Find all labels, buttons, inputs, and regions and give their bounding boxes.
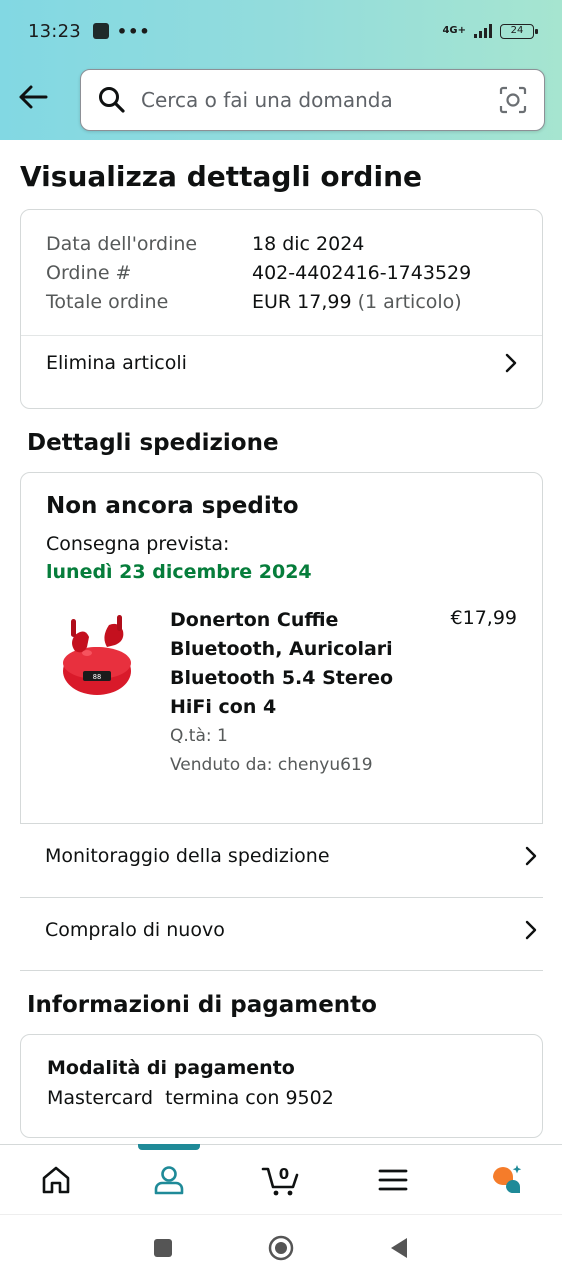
order-summary-card: Data dell'ordine 18 dic 2024 Ordine # 40… [20,209,543,409]
product-image[interactable]: 88 [57,611,137,701]
payment-method-title: Modalità di pagamento [47,1057,295,1079]
more-notifications-icon: ••• [116,21,151,41]
active-tab-indicator [137,1144,200,1150]
search-bar[interactable] [80,69,545,131]
payment-method-value: Mastercard termina con 9502 [47,1087,334,1109]
divider [20,897,543,898]
payment-card: Modalità di pagamento Mastercard termina… [20,1034,543,1138]
shipment-card: Non ancora spedito Consegna prevista: lu… [20,472,543,824]
order-number-row: Ordine # 402-4402416-1743529 [46,259,517,288]
camera-scan-icon[interactable] [498,85,528,115]
notification-icon [92,23,109,39]
cart-count: 0 [279,1165,289,1183]
network-type: 4G+ [442,25,466,36]
track-shipment-label: Monitoraggio della spedizione [45,845,330,867]
product-price: €17,99 [450,607,517,629]
expected-delivery-date: lunedì 23 dicembre 2024 [46,561,312,583]
svg-text:88: 88 [93,673,101,681]
nav-home[interactable] [0,1145,112,1214]
system-back-icon[interactable] [386,1235,412,1261]
buy-again-label: Compralo di nuovo [45,919,225,941]
divider [21,335,542,336]
product-title[interactable]: Donerton Cuffie Bluetooth, Auricolari Bl… [170,606,410,722]
order-total-value: EUR 17,99 [252,291,352,313]
shipping-section-title: Dettagli spedizione [27,430,279,456]
chevron-right-icon [525,920,537,940]
recent-apps-icon[interactable] [150,1235,176,1261]
rufus-assistant-icon [492,1164,522,1193]
shipment-status: Non ancora spedito [46,493,299,519]
search-icon [99,87,125,113]
bottom-navigation: 0 [0,1144,562,1214]
delete-items-label: Elimina articoli [46,352,187,374]
nav-account[interactable] [112,1144,224,1214]
order-date-row: Data dell'ordine 18 dic 2024 [46,230,517,259]
expected-delivery-label: Consegna prevista: [46,533,230,555]
status-time: 13:23 [28,20,81,42]
nav-assistant[interactable] [450,1145,562,1214]
signal-icon [474,24,492,38]
status-bar: 13:23 ••• 4G+ 24 [0,0,562,62]
chevron-right-icon [505,353,517,373]
payment-section-title: Informazioni di pagamento [27,992,377,1018]
order-date-value: 18 dic 2024 [252,233,365,255]
order-date-label: Data dell'ordine [46,233,198,255]
product-quantity: Q.tà: 1 [170,726,228,746]
order-total-label: Totale ordine [46,291,169,313]
chevron-right-icon [525,846,537,866]
order-total-row: Totale ordine EUR 17,99 (1 articolo) [46,288,517,317]
back-arrow-icon[interactable] [16,80,50,114]
buy-again-link[interactable]: Compralo di nuovo [45,919,542,941]
nav-menu[interactable] [337,1145,449,1214]
nav-cart[interactable]: 0 [225,1145,337,1214]
divider [20,970,543,971]
track-shipment-link[interactable]: Monitoraggio della spedizione [45,845,542,867]
system-navigation-bar [0,1214,562,1280]
menu-icon [379,1169,408,1190]
account-icon [154,1165,183,1194]
home-button-icon[interactable] [268,1235,294,1261]
page-title: Visualizza dettagli ordine [20,160,422,193]
order-number-value: 402-4402416-1743529 [252,262,472,284]
order-total-items: (1 articolo) [357,291,462,313]
cart-icon: 0 [261,1165,299,1195]
order-number-label: Ordine # [46,262,132,284]
home-icon [42,1166,70,1193]
delete-items-link[interactable]: Elimina articoli [46,352,522,374]
product-seller: Venduto da: chenyu619 [170,755,373,775]
battery-icon: 24 [500,23,538,39]
search-input[interactable] [141,88,498,112]
